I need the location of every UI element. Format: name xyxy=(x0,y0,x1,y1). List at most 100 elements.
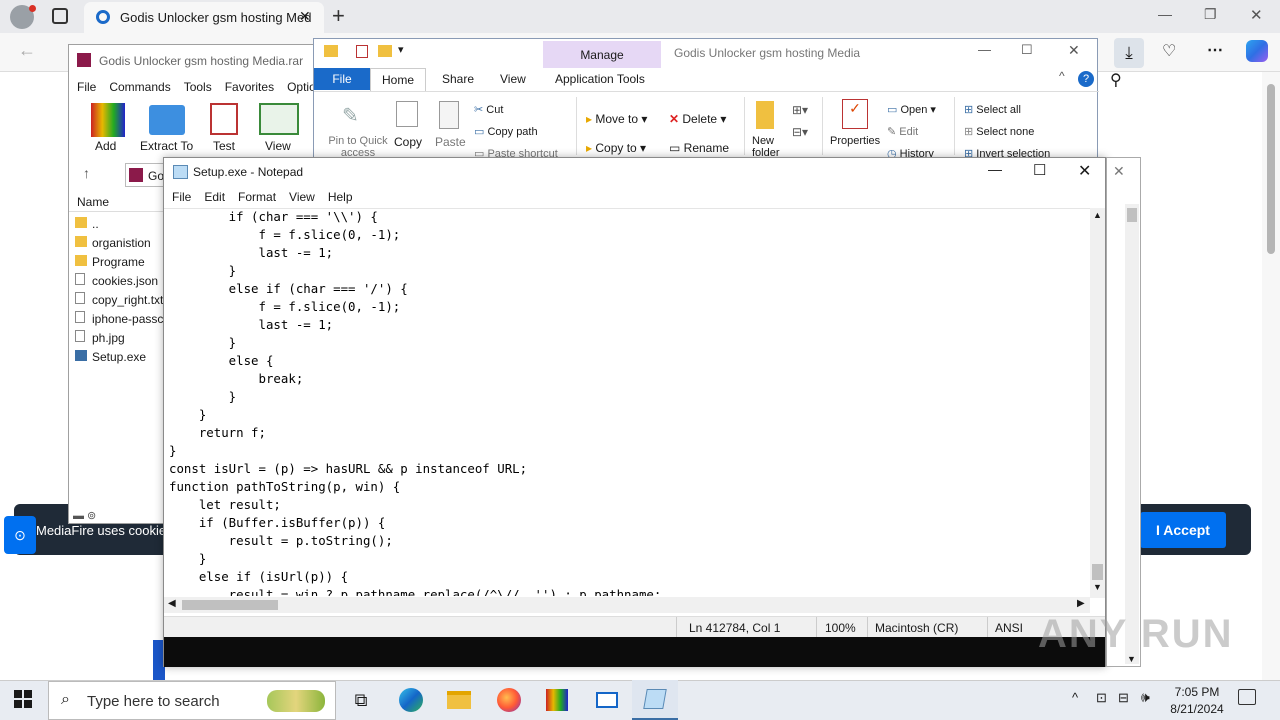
tab-close-icon[interactable]: ✕ xyxy=(299,8,311,25)
winrar-menu-commands[interactable]: Commands xyxy=(109,80,170,94)
delete-button[interactable]: ✕ Delete ▾ xyxy=(669,105,729,134)
winrar-taskbar-icon[interactable] xyxy=(534,680,580,720)
list-item[interactable]: iphone-passc xyxy=(75,310,175,329)
horizontal-scrollbar[interactable]: ◀ ▶ xyxy=(164,597,1090,613)
tab-title: Godis Unlocker gsm hosting Med xyxy=(120,10,312,25)
test-button[interactable]: Test xyxy=(213,139,235,153)
view-icon[interactable] xyxy=(259,103,299,135)
ethernet-icon[interactable]: ⊟ xyxy=(1118,690,1129,706)
tab-view[interactable]: View xyxy=(500,72,526,86)
tab-actions-icon[interactable] xyxy=(52,8,68,24)
downloads-icon[interactable]: ⤓ xyxy=(1114,38,1144,68)
list-item[interactable]: ph.jpg xyxy=(75,329,175,348)
winrar-menu-file[interactable]: File xyxy=(77,80,96,94)
help-icon[interactable]: ? xyxy=(1078,71,1094,87)
text-editor[interactable]: if (char === '\\') { f = f.slice(0, -1);… xyxy=(169,208,1091,596)
paste-button[interactable]: Paste xyxy=(435,135,466,149)
accept-cookies-button[interactable]: I Accept xyxy=(1140,512,1226,548)
list-item[interactable]: cookies.json xyxy=(75,272,175,291)
start-windows-icon[interactable] xyxy=(14,690,32,708)
show-hidden-icons[interactable]: ^ xyxy=(1072,690,1078,705)
move-to-button[interactable]: ▸ Move to ▾ xyxy=(586,105,647,134)
winrar-menu-favorites[interactable]: Favorites xyxy=(225,80,274,94)
task-view-icon[interactable]: ⧉ xyxy=(338,680,384,720)
browser-close-button[interactable]: ✕ xyxy=(1250,6,1263,24)
new-folder-button[interactable]: New folder xyxy=(752,135,792,159)
winrar-menu-options[interactable]: Optio xyxy=(287,80,316,94)
explorer-minimize-button[interactable]: — xyxy=(978,42,991,57)
firefox-taskbar-icon[interactable] xyxy=(486,680,532,720)
explorer-close-button[interactable]: ✕ xyxy=(1068,42,1080,59)
notepad-minimize-button[interactable]: — xyxy=(988,161,1002,177)
edge-taskbar-icon[interactable] xyxy=(388,680,434,720)
pin-icon[interactable]: ⚲ xyxy=(1110,70,1122,90)
open-button[interactable]: ▭ Open ▾ xyxy=(887,99,936,121)
notepad-menu-view[interactable]: View xyxy=(289,190,315,204)
winrar-menu-tools[interactable]: Tools xyxy=(184,80,212,94)
browser-minimize-button[interactable]: — xyxy=(1158,6,1172,22)
tab-application-tools[interactable]: Application Tools xyxy=(555,72,645,86)
settings-more-icon[interactable]: ⋯ xyxy=(1207,40,1223,60)
add-button[interactable]: Add xyxy=(95,139,116,153)
mediafire-help-icon[interactable]: ⊙ xyxy=(4,516,36,554)
browser-scrollbar[interactable] xyxy=(1262,72,1280,680)
quick-access-dropdown-icon[interactable]: ▾ xyxy=(398,43,404,56)
browser-maximize-button[interactable]: ❐ xyxy=(1204,6,1217,23)
copy-icon[interactable] xyxy=(396,101,418,127)
paste-icon[interactable] xyxy=(439,101,459,129)
tab-file[interactable]: File xyxy=(314,68,370,90)
notepad-maximize-button[interactable]: ☐ xyxy=(1033,161,1046,179)
browser-tab[interactable]: Godis Unlocker gsm hosting Med ✕ xyxy=(84,2,324,33)
new-folder-icon[interactable] xyxy=(756,101,774,129)
select-none-button[interactable]: ⊞ Select none xyxy=(964,121,1050,143)
taskbar-search-box[interactable]: ⌕ Type here to search xyxy=(48,681,336,720)
list-item[interactable]: organistion xyxy=(75,234,175,253)
up-arrow-icon[interactable]: ↑ xyxy=(83,165,90,181)
manage-tab[interactable]: Manage xyxy=(543,41,661,68)
copilot-icon[interactable] xyxy=(1246,40,1268,62)
vertical-scrollbar[interactable]: ▲ ▼ xyxy=(1090,208,1105,598)
cut-button[interactable]: ✂ Cut xyxy=(474,99,558,121)
new-tab-button[interactable]: + xyxy=(332,3,345,29)
pin-to-quick-access-button[interactable]: Pin to Quick access xyxy=(321,135,395,159)
view-button[interactable]: View xyxy=(265,139,291,153)
notepad-menu-format[interactable]: Format xyxy=(238,190,276,204)
browser-essentials-icon[interactable]: ♡ xyxy=(1162,41,1176,61)
notifications-icon[interactable] xyxy=(1238,689,1256,705)
background-window-close-icon[interactable]: ✕ xyxy=(1113,163,1125,180)
explorer-maximize-button[interactable]: ☐ xyxy=(1021,42,1033,58)
notepad-window: Setup.exe - Notepad — ☐ ✕ File Edit Format… xyxy=(163,157,1106,667)
list-item[interactable]: Programe xyxy=(75,253,175,272)
add-icon[interactable] xyxy=(91,103,125,137)
app-window-taskbar-icon[interactable] xyxy=(584,680,630,720)
taskbar-clock[interactable]: 7:05 PM 8/21/2024 xyxy=(1166,684,1228,718)
back-arrow-icon[interactable]: ← xyxy=(18,40,36,61)
newfolder-quick-icon[interactable] xyxy=(378,45,392,57)
tab-share[interactable]: Share xyxy=(442,72,474,86)
extract-to-icon[interactable] xyxy=(149,105,185,135)
edit-button[interactable]: ✎ Edit xyxy=(887,121,936,143)
properties-quick-icon[interactable] xyxy=(356,45,368,58)
list-item[interactable]: .. xyxy=(75,215,175,234)
copy-button[interactable]: Copy xyxy=(394,135,422,149)
tab-home[interactable]: Home xyxy=(370,68,426,91)
properties-button[interactable]: Properties xyxy=(830,135,880,147)
network-icon[interactable]: ⊡ xyxy=(1096,690,1107,706)
file-explorer-taskbar-icon[interactable] xyxy=(436,680,482,720)
notepad-menu-edit[interactable]: Edit xyxy=(204,190,225,204)
volume-icon[interactable]: 🕪 xyxy=(1141,689,1150,706)
extract-to-button[interactable]: Extract To xyxy=(140,139,193,153)
properties-icon[interactable]: ✓ xyxy=(842,99,868,129)
new-item-icons[interactable]: ⊞▾ ⊟▾ xyxy=(792,99,808,143)
notepad-menu-help[interactable]: Help xyxy=(328,190,353,204)
test-icon[interactable] xyxy=(210,103,238,135)
list-item[interactable]: Setup.exe xyxy=(75,348,175,367)
notepad-close-button[interactable]: ✕ xyxy=(1078,161,1091,181)
notepad-menu-file[interactable]: File xyxy=(172,190,191,204)
list-item[interactable]: copy_right.txt xyxy=(75,291,175,310)
select-all-button[interactable]: ⊞ Select all xyxy=(964,99,1050,121)
notepad-taskbar-icon[interactable] xyxy=(632,680,678,720)
pin-quick-access-icon[interactable]: ✎ xyxy=(342,103,359,128)
ribbon-collapse-icon[interactable]: ^ xyxy=(1059,69,1065,83)
copy-path-button[interactable]: ▭ Copy path xyxy=(474,121,558,143)
